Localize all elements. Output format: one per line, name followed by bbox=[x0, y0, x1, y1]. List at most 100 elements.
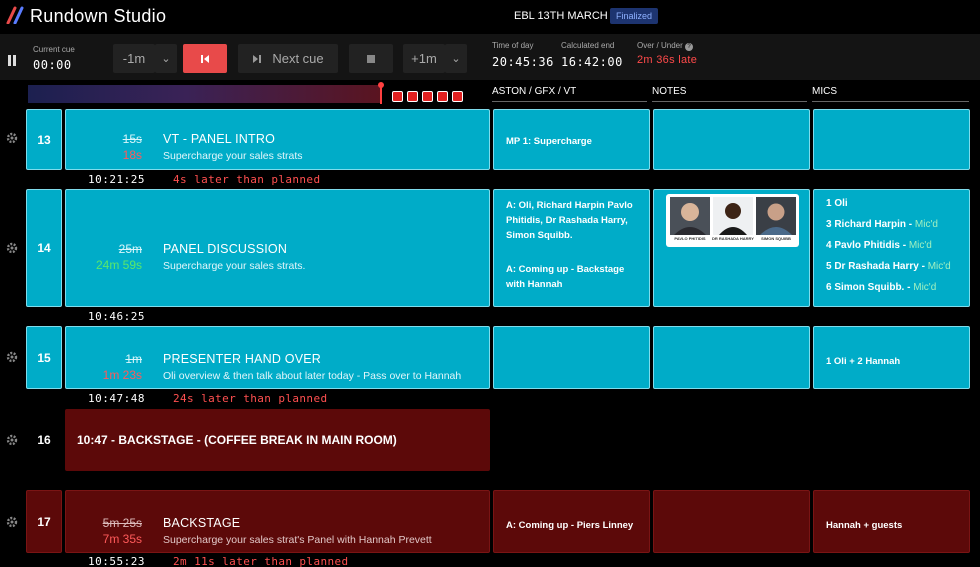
gear-icon[interactable] bbox=[6, 242, 18, 254]
actual-duration: 24m 59s bbox=[95, 258, 142, 272]
stop-button[interactable] bbox=[349, 44, 393, 73]
aston-cell[interactable]: MP 1: Supercharge bbox=[493, 109, 650, 170]
cue-title: VT - PANEL INTRO bbox=[163, 132, 276, 146]
progress-timeline[interactable] bbox=[28, 85, 380, 103]
cue-subtitle: Supercharge your sales strats bbox=[163, 150, 303, 162]
mic-entry: 6 Simon Squibb. - Mic'd bbox=[826, 282, 937, 293]
mics-cell[interactable]: 1 Oli + 2 Hannah bbox=[813, 326, 970, 389]
cue-offset: 24s later than planned bbox=[173, 392, 328, 405]
gear-icon[interactable] bbox=[6, 351, 18, 363]
skip-back-icon bbox=[201, 54, 209, 63]
plus-minute-button[interactable]: +1m bbox=[403, 44, 445, 73]
minus-minute-label: -1m bbox=[122, 51, 146, 66]
gear-icon[interactable] bbox=[6, 434, 18, 446]
notes-cell[interactable] bbox=[653, 326, 810, 389]
guest-photo bbox=[713, 197, 753, 235]
app-logo-icon bbox=[6, 6, 24, 24]
actual-duration: 1m 23s bbox=[102, 368, 142, 382]
heading-row-16[interactable]: 10:47 - BACKSTAGE - (COFFEE BREAK IN MAI… bbox=[65, 409, 490, 471]
cue-start-time: 10:47:48 bbox=[88, 392, 145, 405]
plus-minute-label: +1m bbox=[411, 51, 437, 66]
column-header-mics[interactable]: MICS bbox=[812, 86, 969, 102]
minus-minute-button[interactable]: -1m bbox=[113, 44, 155, 73]
notes-cell[interactable] bbox=[653, 490, 810, 553]
actual-duration: 7m 35s bbox=[102, 532, 142, 546]
mic-entry: 4 Pavlo Phitidis - Mic'd bbox=[826, 240, 932, 251]
next-cue-label: Next cue bbox=[272, 51, 324, 66]
notes-cell[interactable] bbox=[653, 109, 810, 170]
planned-duration: 25m bbox=[118, 242, 142, 256]
column-header-aston[interactable]: ASTON / GFX / VT bbox=[492, 86, 647, 102]
column-header-notes[interactable]: NOTES bbox=[652, 86, 807, 102]
chevron-down-icon: ⌄ bbox=[451, 53, 461, 65]
mics-cell[interactable]: 1 Oli 3 Richard Harpin - Mic'd 4 Pavlo P… bbox=[813, 189, 970, 307]
cue-offset: 2m 11s later than planned bbox=[173, 555, 349, 567]
mics-cell[interactable] bbox=[813, 109, 970, 170]
mics-cell[interactable]: Hannah + guests bbox=[813, 490, 970, 553]
cue-row-14[interactable]: 25m 24m 59s PANEL DISCUSSION Supercharge… bbox=[65, 189, 490, 307]
cue-number[interactable]: 13 bbox=[26, 109, 62, 170]
cue-segment-marker[interactable] bbox=[407, 91, 418, 102]
calculated-end-value: 16:42:00 bbox=[561, 55, 623, 69]
chevron-down-icon: ⌄ bbox=[161, 53, 171, 65]
cue-number[interactable]: 16 bbox=[26, 409, 62, 471]
aston-cell[interactable] bbox=[493, 326, 650, 389]
aston-cell[interactable]: A: Coming up - Piers Linney bbox=[493, 490, 650, 553]
cue-number[interactable]: 17 bbox=[26, 490, 62, 553]
playhead-marker[interactable] bbox=[378, 82, 384, 104]
guest-photo bbox=[756, 197, 796, 235]
cue-start-time: 10:55:23 bbox=[88, 555, 145, 567]
minus-dropdown-button[interactable]: ⌄ bbox=[155, 44, 177, 73]
cue-number[interactable]: 14 bbox=[26, 189, 62, 307]
planned-duration: 15s bbox=[122, 132, 142, 146]
mic-entry: 1 Oli bbox=[826, 198, 848, 209]
cue-start-time: 10:46:25 bbox=[88, 310, 145, 323]
app-title: Rundown Studio bbox=[30, 6, 167, 26]
cue-title: PANEL DISCUSSION bbox=[163, 242, 288, 256]
cue-title: BACKSTAGE bbox=[163, 516, 241, 530]
time-of-day-label: Time of day bbox=[492, 41, 534, 50]
cue-subtitle: Oli overview & then talk about later tod… bbox=[163, 370, 462, 382]
cue-segment-marker[interactable] bbox=[437, 91, 448, 102]
cue-number[interactable]: 15 bbox=[26, 326, 62, 389]
cue-start-time: 10:21:25 bbox=[88, 173, 145, 186]
guest-photos-image: PAVLO PHITIDIS DR RASHADA HARRY SIMON SQ… bbox=[666, 194, 799, 247]
gear-icon[interactable] bbox=[6, 132, 18, 144]
mic-entry: 5 Dr Rashada Harry - Mic'd bbox=[826, 261, 951, 272]
status-badge: Finalized bbox=[610, 8, 659, 24]
photo-caption: DR RASHADA HARRY bbox=[712, 236, 754, 241]
next-cue-button[interactable]: Next cue bbox=[238, 44, 338, 73]
planned-duration: 1m bbox=[125, 352, 142, 366]
previous-cue-button[interactable] bbox=[183, 44, 227, 73]
planned-duration: 5m 25s bbox=[102, 516, 142, 530]
guest-photo bbox=[670, 197, 710, 235]
time-of-day-value: 20:45:36 bbox=[492, 55, 554, 69]
plus-dropdown-button[interactable]: ⌄ bbox=[445, 44, 467, 73]
show-title: EBL 13TH MARCH bbox=[514, 10, 608, 22]
actual-duration: 18s bbox=[122, 148, 142, 162]
gear-icon[interactable] bbox=[6, 516, 18, 528]
cue-row-13[interactable]: 15s 18s VT - PANEL INTRO Supercharge you… bbox=[65, 109, 490, 170]
photo-caption: SIMON SQUIBB bbox=[761, 236, 791, 241]
cue-title: PRESENTER HAND OVER bbox=[163, 352, 321, 366]
aston-cell[interactable]: A: Oli, Richard Harpin Pavlo Phitidis, D… bbox=[493, 189, 650, 307]
cue-segment-marker[interactable] bbox=[452, 91, 463, 102]
cue-offset: 4s later than planned bbox=[173, 173, 321, 186]
calculated-end-label: Calculated end bbox=[561, 41, 615, 50]
photo-caption: PAVLO PHITIDIS bbox=[674, 236, 706, 241]
help-icon[interactable]: ? bbox=[685, 43, 694, 51]
cue-row-15[interactable]: 1m 1m 23s PRESENTER HAND OVER Oli overvi… bbox=[65, 326, 490, 389]
cue-segment-marker[interactable] bbox=[392, 91, 403, 102]
aston-text: A: Oli, Richard Harpin Pavlo Phitidis, D… bbox=[506, 200, 633, 241]
aston-text: A: Coming up - Backstage with Hannah bbox=[506, 264, 625, 290]
mic-entry: 3 Richard Harpin - Mic'd bbox=[826, 219, 938, 230]
cue-row-17[interactable]: 5m 25s 7m 35s BACKSTAGE Supercharge your… bbox=[65, 490, 490, 553]
stop-icon bbox=[367, 54, 375, 63]
cue-subtitle: Supercharge your sales strat's Panel wit… bbox=[163, 534, 432, 546]
current-cue-label: Current cue bbox=[33, 45, 75, 54]
pause-icon[interactable] bbox=[8, 53, 18, 66]
cue-subtitle: Supercharge your sales strats. bbox=[163, 260, 306, 272]
over-under-label: Over / Under ? bbox=[637, 41, 694, 51]
skip-forward-icon bbox=[253, 54, 262, 63]
cue-segment-marker[interactable] bbox=[422, 91, 433, 102]
